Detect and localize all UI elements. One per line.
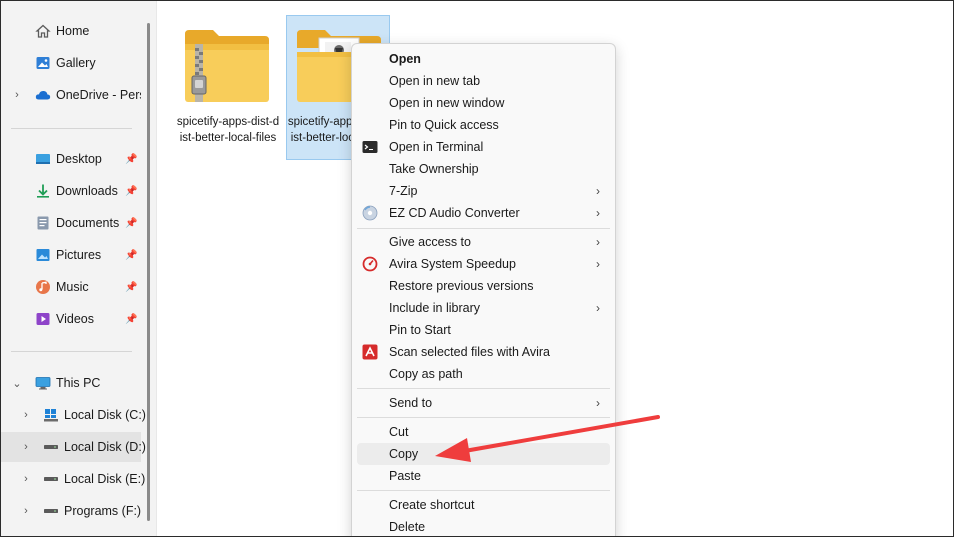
annotation-arrow-icon — [435, 415, 660, 462]
file-explorer-window: Home Gallery › OneDrive - Pers Desktop 📌 — [0, 0, 954, 537]
